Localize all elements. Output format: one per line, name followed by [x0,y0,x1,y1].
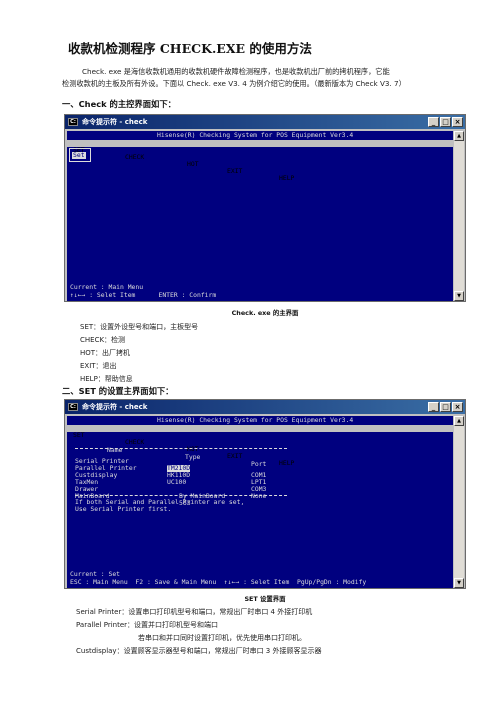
scroll-up-icon[interactable]: ▲ [454,131,464,141]
desc-check: CHECK：检测 [80,336,126,344]
console-screen[interactable]: Hisense(R) Checking System for POS Equip… [67,416,453,588]
desc-hot: HOT：出厂拷机 [80,349,131,357]
document-title: 收款机检测程序 CHECK.EXE 的使用方法 [68,41,312,56]
desc-exit: EXIT：退出 [80,362,117,370]
close-button[interactable]: × [452,402,463,412]
intro-line-2: 检测收款机的主板及所有外设。下面以 Check. exe V3. 4 为例介绍它… [62,79,406,88]
scroll-down-icon[interactable]: ▼ [454,291,464,301]
desc-custdisplay: Custdisplay：设置顾客显示器型号和端口，常规出厂时串口 3 外接顾客显… [76,647,322,655]
console-icon[interactable]: C: [68,118,78,126]
desc-help: HELP：帮助信息 [80,375,133,383]
header-divider [75,448,287,449]
vertical-scrollbar[interactable]: ▲ ▼ [454,416,464,588]
menu-check[interactable]: CHECK [125,154,144,161]
scroll-down-icon[interactable]: ▼ [454,578,464,588]
window-title: 命令提示符 - check [82,118,148,126]
scroll-up-icon[interactable]: ▲ [454,416,464,426]
window-title: 命令提示符 - check [82,403,148,411]
window-titlebar[interactable]: C: 命令提示符 - check _ □ × [65,400,465,414]
set-dropdown: Set [69,148,91,162]
minimize-button[interactable]: _ [428,117,439,127]
maximize-button[interactable]: □ [440,117,451,127]
intro-line-1: Check. exe 是海信收款机通用的收款机硬件故障检测程序，也是收款机出厂前… [82,67,390,76]
close-button[interactable]: × [452,117,463,127]
intro-paragraph: Check. exe 是海信收款机通用的收款机硬件故障检测程序，也是收款机出厂前… [62,66,458,90]
desc-printer-priority: 若串口和并口同时设置打印机，优先使用串口打印机。 [138,634,306,642]
status-keys: ↑↓←→ : Selet Item ENTER : Confirm [70,291,217,299]
menu-help[interactable]: HELP [279,175,294,182]
desc-parallel-printer: Parallel Printer：设置并口打印机型号和端口 [76,621,219,629]
note-line-2: Use Serial Printer first. [75,505,172,513]
desc-serial-printer: Serial Printer：设置串口打印机型号和端口，常规出厂时串口 4 外接… [76,608,313,616]
console-icon[interactable]: C: [68,403,78,411]
banner-text: Hisense(R) Checking System for POS Equip… [157,416,354,424]
status-current: Current : Main Menu [70,283,144,291]
menu-hot[interactable]: HOT [187,161,199,168]
window-titlebar[interactable]: C: 命令提示符 - check _ □ × [65,115,465,129]
section-1-heading: 一、Check 的主控界面如下： [62,99,176,109]
menu-exit[interactable]: EXIT [227,168,242,175]
status-keys: ESC : Main Menu F2 : Save & Main Menu ↑↓… [70,578,367,586]
vertical-scrollbar[interactable]: ▲ ▼ [454,131,464,301]
caption-main-screen: Check. exe 的主界面 [231,309,299,317]
console-screen[interactable]: Hisense(R) Checking System for POS Equip… [67,131,453,301]
caption-set-screen: SET 设置界面 [244,595,286,603]
menu-set[interactable]: SET [73,432,85,439]
banner-text: Hisense(R) Checking System for POS Equip… [157,131,354,139]
console-window-set: C: 命令提示符 - check _ □ × Hisense(R) Checki… [64,399,466,589]
table-divider [75,495,287,496]
maximize-button[interactable]: □ [440,402,451,412]
section-2-heading: 二、SET 的设置主界面如下： [62,386,174,396]
minimize-button[interactable]: _ [428,402,439,412]
menu-bar: SET CHECK HOT EXIT HELP [67,140,453,182]
dropdown-item-set[interactable]: Set [72,152,86,159]
status-current: Current : Set [70,570,121,578]
console-window-main: C: 命令提示符 - check _ □ × Hisense(R) Checki… [64,114,466,302]
desc-set: SET：设置外设型号和端口，主板型号 [80,323,199,331]
menu-bar: SET CHECK HOT EXIT HELP [67,425,453,467]
